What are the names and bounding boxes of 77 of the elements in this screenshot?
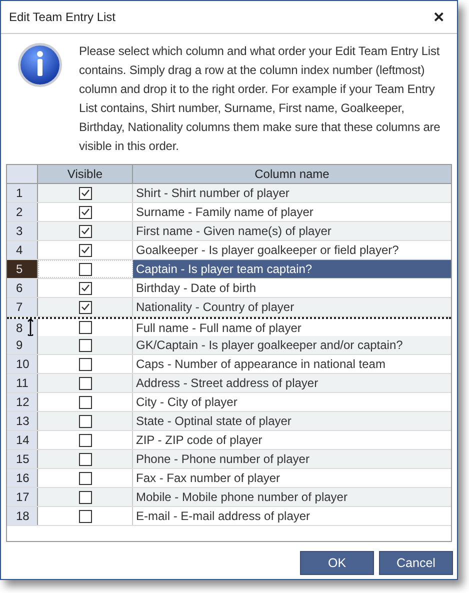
checkbox[interactable] [78, 338, 92, 352]
checkbox[interactable] [78, 396, 92, 408]
row-index[interactable]: 18 [7, 507, 38, 525]
instruction-text: Please select which column and what order your Edit Team Entry List contains. Simply drag a row at the column index number (leftmost) column and drop it to the right order. For example if your Team Entry List contains, Shirt number, Surname, First name, Goalkeeper, Birthday, Nationality columns them make sure that these columns are visible in this order. [79, 43, 442, 155]
row-index[interactable]: 15 [7, 450, 38, 468]
row-index[interactable]: 11 [7, 374, 38, 392]
row-index[interactable]: 17 [7, 488, 38, 506]
grid-row[interactable]: 13 State - Optinal state of player [7, 412, 451, 431]
row-index[interactable]: 5 [7, 260, 38, 278]
table-cell: Nationality - Country of player [133, 298, 451, 316]
checkbox[interactable] [78, 376, 92, 390]
checkbox[interactable] [78, 452, 92, 466]
grid-row[interactable]: 5 Captain - Is player team captain? [7, 260, 451, 279]
grid-row[interactable]: 17 Mobile - Mobile phone number of player [7, 488, 451, 507]
row-index[interactable]: 16 [7, 469, 38, 487]
row-index[interactable]: 13 [7, 412, 38, 430]
row-index[interactable]: 2 [7, 203, 38, 221]
grid-row[interactable]: 9 GK/Captain - Is player goalkeeper and/or captain? [7, 336, 451, 355]
checkmark-icon [80, 246, 90, 254]
checkbox[interactable] [78, 358, 92, 370]
grid-row[interactable]: 11 Address - Street address of player [7, 374, 451, 393]
close-button[interactable]: ✕ [433, 10, 445, 24]
table-cell: GK/Captain - Is player goalkeeper and/or captain? [133, 336, 451, 354]
column-header[interactable]: Column name [133, 165, 451, 183]
checkmark-icon [80, 208, 90, 216]
checkbox[interactable] [78, 472, 92, 484]
row-index[interactable]: 9 [7, 336, 38, 354]
grid-row[interactable]: 16 Fax - Fax number of player [7, 469, 451, 488]
checkmark-icon [80, 227, 90, 235]
checkbox[interactable] [78, 206, 92, 218]
table-cell: First name - Given name(s) of player [133, 222, 451, 240]
column-header[interactable]: Visible [38, 165, 133, 183]
table-cell: Shirt - Shirt number of player [133, 184, 451, 202]
grid-row[interactable]: 12 City - City of player [7, 393, 451, 412]
row-index[interactable]: 12 [7, 393, 38, 411]
row-index[interactable]: 3 [7, 222, 38, 240]
dialog-button[interactable]: OK [300, 551, 374, 575]
resize-cursor-icon [26, 318, 34, 338]
row-index[interactable]: 4 [7, 241, 38, 259]
checkbox[interactable] [78, 224, 92, 238]
checkmark-icon [80, 303, 90, 311]
checkbox[interactable] [79, 262, 92, 276]
checkmark-icon [80, 189, 90, 197]
grid-row[interactable]: 14 ZIP - ZIP code of player [7, 431, 451, 450]
table-cell: Mobile - Mobile phone number of player [133, 488, 451, 506]
table-cell: Address - Street address of player [133, 374, 451, 392]
grid-row[interactable]: 15 Phone - Phone number of player [7, 450, 451, 469]
row-index[interactable]: 1 [7, 184, 38, 202]
window-title: Edit Team Entry List [9, 9, 116, 26]
dialog-button[interactable]: Cancel [379, 551, 453, 575]
grid-row[interactable]: 4 Goalkeeper - Is player goalkeeper or field player? [7, 241, 451, 260]
table-cell: Phone - Phone number of player [133, 450, 451, 468]
checkbox[interactable] [78, 244, 92, 256]
checkbox[interactable] [78, 300, 92, 314]
table-cell: Captain - Is player team captain? [133, 260, 451, 278]
checkbox[interactable] [78, 282, 92, 294]
checkbox[interactable] [78, 321, 92, 334]
row-index[interactable]: 8 [7, 319, 38, 336]
checkbox[interactable] [78, 434, 92, 446]
table-cell: State - Optinal state of player [133, 412, 451, 430]
row-index[interactable]: 6 [7, 279, 38, 297]
grid-row[interactable]: 18 E-mail - E-mail address of player [7, 507, 451, 526]
checkbox[interactable] [78, 186, 92, 200]
grid-row[interactable]: 3 First name - Given name(s) of player [7, 222, 451, 241]
grid-row[interactable]: 10 Caps - Number of appearance in national team [7, 355, 451, 374]
row-index[interactable]: 7 [7, 298, 38, 316]
row-index[interactable]: 14 [7, 431, 38, 449]
row-index[interactable]: 10 [7, 355, 38, 373]
checkbox[interactable] [78, 490, 92, 504]
grid-row[interactable]: 6 Birthday - Date of birth [7, 279, 451, 298]
grid-row[interactable]: 2 Surname - Family name of player [7, 203, 451, 222]
grid-row[interactable]: 1 Shirt - Shirt number of player [7, 184, 451, 203]
checkbox[interactable] [78, 414, 92, 428]
info-icon [17, 42, 63, 88]
grid-row[interactable]: 7 Nationality - Country of player [7, 298, 451, 317]
checkbox[interactable] [78, 510, 92, 522]
checkmark-icon [80, 284, 90, 292]
